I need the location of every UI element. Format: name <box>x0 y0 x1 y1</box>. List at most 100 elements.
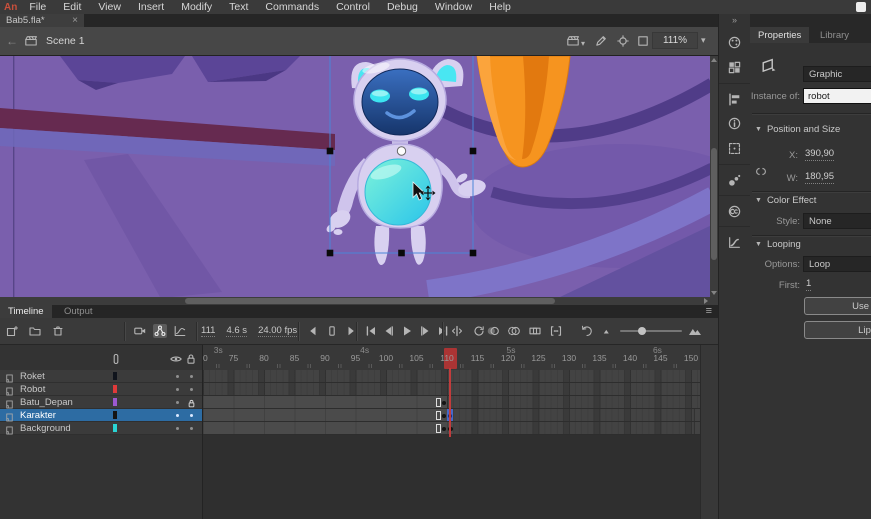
stage-canvas[interactable] <box>0 56 710 297</box>
transform-panel-icon[interactable] <box>727 141 742 156</box>
elapsed-time-value[interactable]: 4.6 s <box>226 325 247 337</box>
swatches-panel-icon[interactable] <box>727 60 742 75</box>
new-layer-icon[interactable] <box>5 324 19 338</box>
edit-scene-chevron-icon[interactable]: ▾ <box>581 39 585 48</box>
onion-outlines-icon[interactable] <box>507 324 521 338</box>
edit-scene-icon[interactable] <box>566 34 580 48</box>
loop-options-dropdown[interactable]: Loop <box>803 256 871 272</box>
instance-of-field[interactable]: robot <box>803 88 871 104</box>
clip-content-icon[interactable] <box>636 34 650 48</box>
layer-visibility-dot[interactable] <box>176 375 179 378</box>
tab-properties[interactable]: Properties <box>750 27 809 43</box>
current-frame-icon[interactable] <box>325 324 339 338</box>
outline-column-icon[interactable] <box>109 352 123 366</box>
collapse-dock-icon[interactable]: » <box>719 15 750 25</box>
cc-libraries-panel-icon[interactable] <box>727 204 742 219</box>
frame-ruler[interactable]: 3s4s5s6s 7075808590951001051101151201251… <box>203 345 700 370</box>
menu-help[interactable]: Help <box>489 0 511 14</box>
w-value[interactable]: 180,95 <box>805 171 834 184</box>
edit-symbols-icon[interactable] <box>594 34 608 48</box>
loop-playback-icon[interactable] <box>472 324 486 338</box>
layer-outline-swatch[interactable] <box>113 424 117 432</box>
prev-keyframe-icon[interactable] <box>306 324 320 338</box>
frames-roket[interactable] <box>203 370 700 383</box>
show-hide-column-icon[interactable] <box>169 352 183 366</box>
current-frame-value[interactable]: 111 <box>201 325 215 337</box>
layer-karakter[interactable]: Karakter <box>0 409 202 422</box>
layer-outline-swatch[interactable] <box>113 372 117 380</box>
tab-timeline[interactable]: Timeline <box>0 305 52 318</box>
layer-outline-swatch[interactable] <box>113 411 117 419</box>
modify-markers-icon[interactable] <box>549 324 563 338</box>
scroll-right-icon[interactable] <box>704 298 708 304</box>
menu-modify[interactable]: Modify <box>181 0 212 14</box>
zoom-slider-knob[interactable] <box>638 327 646 335</box>
onion-skin-icon[interactable] <box>486 324 500 338</box>
section-looping[interactable]: ▼ Looping <box>755 239 801 250</box>
stage-horizontal-scrollbar[interactable] <box>0 297 710 305</box>
timeline-zoom-slider[interactable] <box>620 330 682 332</box>
color-panel-icon[interactable] <box>727 35 742 50</box>
window-control-icon[interactable] <box>856 2 866 12</box>
graph-view-icon[interactable] <box>173 324 187 338</box>
new-folder-icon[interactable] <box>28 324 42 338</box>
layer-outline-swatch[interactable] <box>113 385 117 393</box>
info-panel-icon[interactable] <box>727 116 742 131</box>
brush-library-panel-icon[interactable] <box>727 173 742 188</box>
stage-hscroll-thumb[interactable] <box>185 298 555 304</box>
layer-batu_depan[interactable]: Batu_Depan <box>0 396 202 409</box>
layer-robot[interactable]: Robot <box>0 383 202 396</box>
frames-batu_depan[interactable] <box>203 396 700 409</box>
layer-roket[interactable]: Roket <box>0 370 202 383</box>
x-value[interactable]: 390,90 <box>805 148 834 161</box>
center-playhead-icon[interactable] <box>450 324 464 338</box>
menu-debug[interactable]: Debug <box>387 0 418 14</box>
step-forward-icon[interactable] <box>418 324 432 338</box>
frames-background[interactable] <box>203 422 700 435</box>
layer-background[interactable]: Background <box>0 422 202 435</box>
menu-control[interactable]: Control <box>336 0 370 14</box>
layer-visibility-dot[interactable] <box>176 427 179 430</box>
parenting-view-icon[interactable] <box>153 324 167 338</box>
delete-layer-icon[interactable] <box>51 324 65 338</box>
frames-karakter[interactable] <box>203 409 700 422</box>
stage-vertical-scrollbar[interactable] <box>710 56 718 297</box>
zoom-in-timeline-icon[interactable] <box>688 324 702 338</box>
layer-lock-dot[interactable] <box>190 414 193 417</box>
symbol-type-dropdown[interactable]: Graphic <box>803 66 871 82</box>
menu-text[interactable]: Text <box>229 0 248 14</box>
layer-lock-dot[interactable] <box>190 388 193 391</box>
reset-zoom-icon[interactable] <box>580 324 594 338</box>
document-tab[interactable]: Bab5.fla* × <box>0 14 84 27</box>
edit-multiple-frames-icon[interactable] <box>528 324 542 338</box>
menu-edit[interactable]: Edit <box>63 0 81 14</box>
play-icon[interactable] <box>400 324 414 338</box>
use-frame-picker-button[interactable]: Use Fra <box>804 297 871 315</box>
menu-commands[interactable]: Commands <box>265 0 319 14</box>
go-last-frame-icon[interactable] <box>436 324 450 338</box>
frame-rate-value[interactable]: 24.00 fps <box>258 325 297 337</box>
go-first-frame-icon[interactable] <box>364 324 378 338</box>
back-arrow-icon[interactable]: ← <box>6 34 18 48</box>
layer-visibility-dot[interactable] <box>176 414 179 417</box>
zoom-out-timeline-icon[interactable] <box>600 324 614 338</box>
layer-lock-dot[interactable] <box>190 427 193 430</box>
motion-editor-panel-icon[interactable] <box>727 235 742 250</box>
scroll-up-icon[interactable] <box>711 58 717 62</box>
tab-library[interactable]: Library <box>812 27 857 43</box>
layer-visibility-dot[interactable] <box>176 388 179 391</box>
menu-file[interactable]: File <box>29 0 46 14</box>
align-panel-icon[interactable] <box>727 92 742 107</box>
scroll-down-icon[interactable] <box>711 291 717 295</box>
stage-zoom-chevron-icon[interactable]: ▾ <box>701 35 706 46</box>
tab-close-icon[interactable]: × <box>72 15 78 26</box>
menu-insert[interactable]: Insert <box>138 0 164 14</box>
layer-outline-swatch[interactable] <box>113 398 117 406</box>
tab-output[interactable]: Output <box>56 305 101 318</box>
playhead-line[interactable] <box>449 368 451 437</box>
stage-zoom-value[interactable]: 111% <box>652 32 698 49</box>
center-frame-icon[interactable] <box>616 34 630 48</box>
step-back-icon[interactable] <box>382 324 396 338</box>
section-color-effect[interactable]: ▼ Color Effect <box>755 195 816 206</box>
frames-robot[interactable] <box>203 383 700 396</box>
